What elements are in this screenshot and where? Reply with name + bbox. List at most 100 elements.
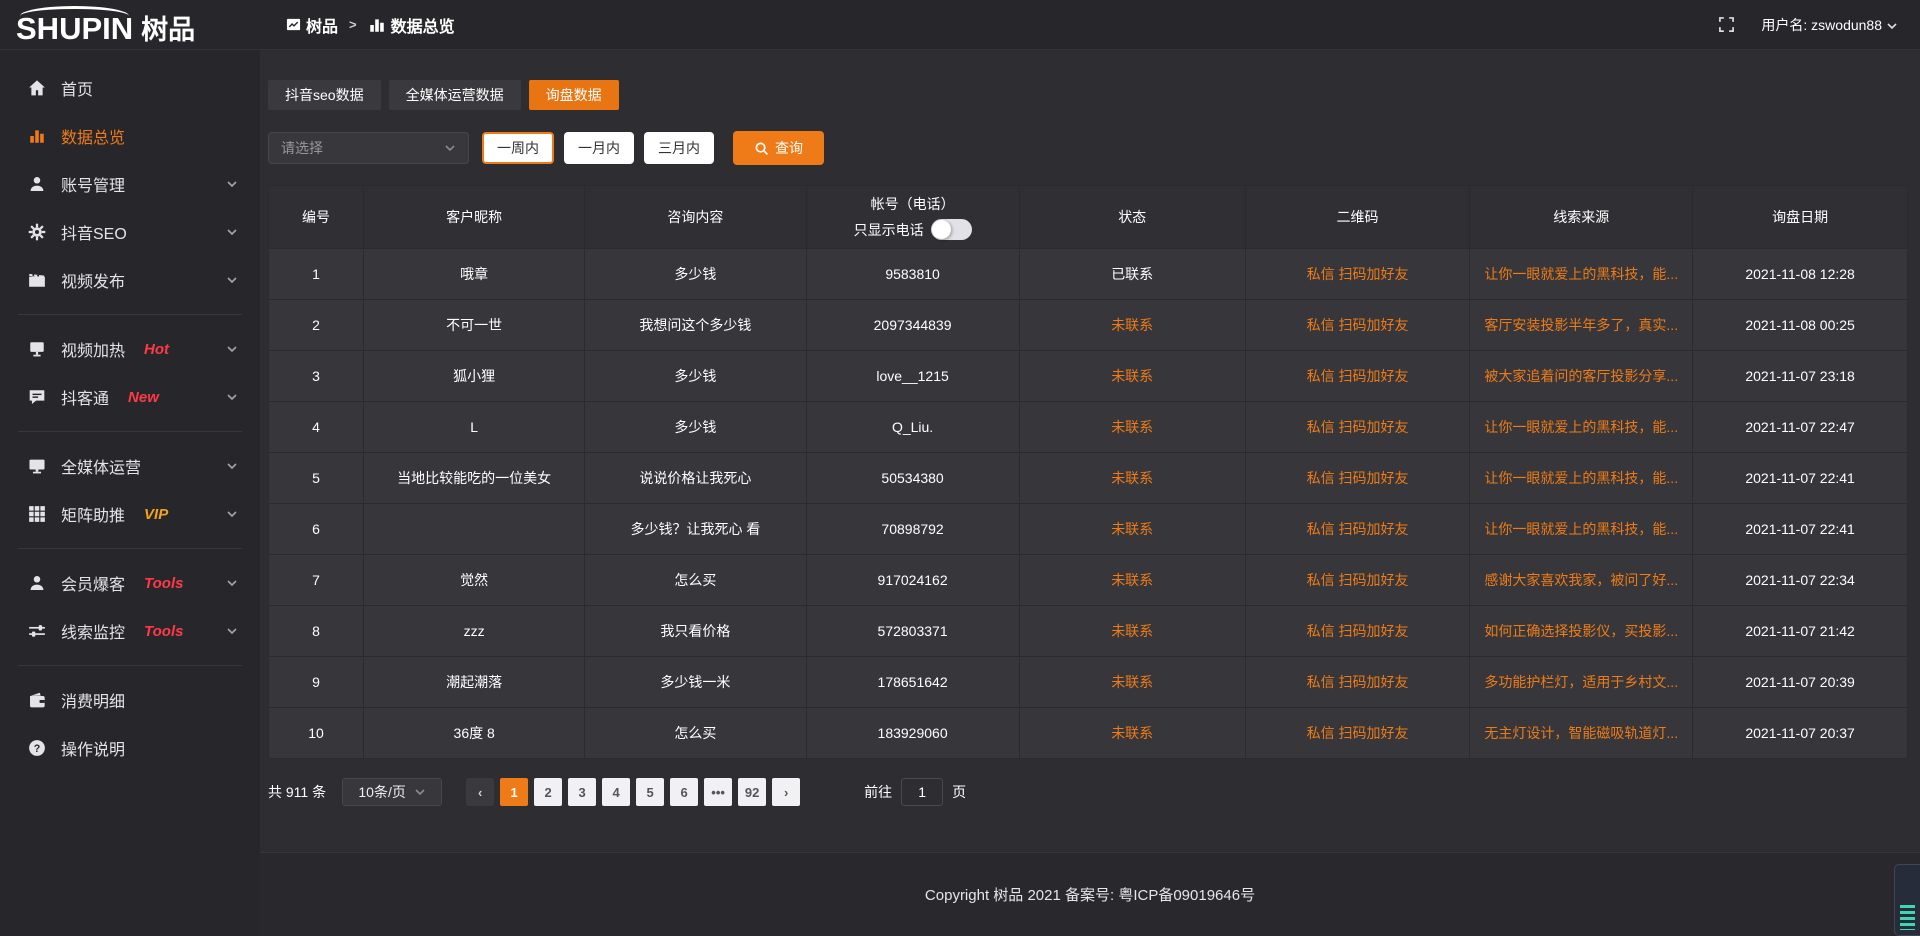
cell-account: 917024162 bbox=[806, 555, 1019, 606]
sidebar-item-consume-detail[interactable]: 消费明细 bbox=[0, 676, 260, 724]
sidebar-item-member-baoke[interactable]: 会员爆客Tools bbox=[0, 559, 260, 607]
qrcode-link[interactable]: 私信 扫码加好友 bbox=[1245, 555, 1470, 606]
cell-content: 我只看价格 bbox=[585, 606, 806, 657]
sidebar-item-badge: Tools bbox=[144, 575, 183, 592]
sidebar-item-data-overview[interactable]: 数据总览 bbox=[0, 112, 260, 160]
sidebar-item-matrix-boost[interactable]: 矩阵助推VIP bbox=[0, 490, 260, 538]
sidebar-item-account-manage[interactable]: 账号管理 bbox=[0, 160, 260, 208]
tab-0[interactable]: 抖音seo数据 bbox=[268, 80, 381, 110]
range-button-1[interactable]: 一月内 bbox=[564, 132, 634, 164]
sidebar-item-video-publish[interactable]: 视频发布 bbox=[0, 256, 260, 304]
video-icon bbox=[27, 271, 46, 289]
qrcode-link[interactable]: 私信 扫码加好友 bbox=[1245, 249, 1470, 300]
top-header: SHUPIN 树品 树品 > 数据总览 用户名: zswodun88 bbox=[0, 0, 1920, 50]
sidebar-item-douyin-seo[interactable]: 抖音SEO bbox=[0, 208, 260, 256]
page-button-4[interactable]: 4 bbox=[602, 778, 630, 806]
qrcode-link[interactable]: 私信 扫码加好友 bbox=[1245, 708, 1470, 759]
gear-icon bbox=[27, 223, 46, 241]
source-link[interactable]: 客厅安装投影半年多了，真实... bbox=[1470, 300, 1693, 351]
breadcrumb-item-current[interactable]: 数据总览 bbox=[368, 13, 455, 37]
table-header-row: 编号客户昵称咨询内容帐号（电话）只显示电话状态二维码线索来源询盘日期 bbox=[269, 186, 1908, 249]
sidebar-item-label: 抖客通 bbox=[61, 385, 109, 409]
chevron-down-icon bbox=[226, 625, 238, 637]
prev-page-button[interactable]: ‹ bbox=[466, 778, 494, 806]
page-button-3[interactable]: 3 bbox=[568, 778, 596, 806]
source-link[interactable]: 让你一眼就爱上的黑科技，能... bbox=[1470, 504, 1693, 555]
page-button-6[interactable]: 6 bbox=[670, 778, 698, 806]
source-link[interactable]: 让你一眼就爱上的黑科技，能... bbox=[1470, 453, 1693, 504]
cell-nickname: 哦章 bbox=[364, 249, 585, 300]
page-ellipsis-button[interactable]: ••• bbox=[704, 778, 732, 806]
page-button-92[interactable]: 92 bbox=[738, 778, 766, 806]
sidebar-item-video-heat[interactable]: 视频加热Hot bbox=[0, 325, 260, 373]
user-group-icon bbox=[27, 574, 46, 592]
source-link[interactable]: 如何正确选择投影仪，买投影... bbox=[1470, 606, 1693, 657]
cell-content: 多少钱一米 bbox=[585, 657, 806, 708]
user-menu[interactable]: 用户名: zswodun88 bbox=[1761, 15, 1898, 35]
sidebar-item-clue-monitor[interactable]: 线索监控Tools bbox=[0, 607, 260, 655]
main-content: 抖音seo数据全媒体运营数据询盘数据 请选择 一周内一月内三月内 查询 编号客户… bbox=[260, 50, 1920, 936]
sidebar-item-label: 消费明细 bbox=[61, 688, 125, 712]
source-link[interactable]: 被大家追着问的客厅投影分享... bbox=[1470, 351, 1693, 402]
source-link[interactable]: 让你一眼就爱上的黑科技，能... bbox=[1470, 249, 1693, 300]
tab-2[interactable]: 询盘数据 bbox=[529, 80, 619, 110]
bar-chart-icon bbox=[27, 127, 46, 145]
sliders-icon bbox=[27, 622, 46, 640]
cell-date: 2021-11-07 21:42 bbox=[1693, 606, 1908, 657]
cell-no: 10 bbox=[269, 708, 364, 759]
grid-icon bbox=[27, 505, 46, 523]
page-button-2[interactable]: 2 bbox=[534, 778, 562, 806]
inquiry-table: 编号客户昵称咨询内容帐号（电话）只显示电话状态二维码线索来源询盘日期 1哦章多少… bbox=[268, 185, 1908, 759]
chevron-down-icon bbox=[226, 178, 238, 190]
qrcode-link[interactable]: 私信 扫码加好友 bbox=[1245, 351, 1470, 402]
table-row: 1哦章多少钱9583810已联系私信 扫码加好友让你一眼就爱上的黑科技，能...… bbox=[269, 249, 1908, 300]
page-number-buttons: 123456•••92 bbox=[494, 778, 766, 806]
sidebar-item-operation-guide[interactable]: ?操作说明 bbox=[0, 724, 260, 772]
qrcode-link[interactable]: 私信 扫码加好友 bbox=[1245, 504, 1470, 555]
source-link[interactable]: 多功能护栏灯，适用于乡村文... bbox=[1470, 657, 1693, 708]
page-footer: Copyright 树品 2021 备案号: 粤ICP备09019646号 bbox=[260, 852, 1920, 936]
chevron-down-icon bbox=[226, 508, 238, 520]
home-icon bbox=[27, 79, 46, 97]
table-row: 6多少钱？让我死心 看70898792未联系私信 扫码加好友让你一眼就爱上的黑科… bbox=[269, 504, 1908, 555]
qrcode-link[interactable]: 私信 扫码加好友 bbox=[1245, 453, 1470, 504]
sidebar-divider bbox=[18, 314, 242, 315]
sidebar-item-media-operation[interactable]: 全媒体运营 bbox=[0, 442, 260, 490]
source-link[interactable]: 让你一眼就爱上的黑科技，能... bbox=[1470, 402, 1693, 453]
goto-page-input[interactable] bbox=[901, 778, 943, 806]
phone-only-toggle[interactable] bbox=[931, 219, 972, 240]
sidebar-item-douketong[interactable]: 抖客通New bbox=[0, 373, 260, 421]
page-size-select[interactable]: 10条/页 bbox=[342, 778, 442, 806]
sidebar-divider bbox=[18, 665, 242, 666]
qrcode-link[interactable]: 私信 扫码加好友 bbox=[1245, 402, 1470, 453]
source-link[interactable]: 无主灯设计，智能磁吸轨道灯... bbox=[1470, 708, 1693, 759]
filter-select[interactable]: 请选择 bbox=[268, 132, 469, 164]
sidebar-item-home[interactable]: 首页 bbox=[0, 64, 260, 112]
table-row: 7觉然怎么买917024162未联系私信 扫码加好友感谢大家喜欢我家，被问了好.… bbox=[269, 555, 1908, 606]
cell-account: 572803371 bbox=[806, 606, 1019, 657]
source-link[interactable]: 感谢大家喜欢我家，被问了好... bbox=[1470, 555, 1693, 606]
range-button-2[interactable]: 三月内 bbox=[644, 132, 714, 164]
logo-text-cn: 树品 bbox=[141, 16, 195, 44]
sidebar-item-label: 首页 bbox=[61, 76, 93, 100]
cell-date: 2021-11-07 22:41 bbox=[1693, 504, 1908, 555]
fullscreen-icon[interactable] bbox=[1718, 16, 1735, 33]
next-page-button[interactable]: › bbox=[772, 778, 800, 806]
qrcode-link[interactable]: 私信 扫码加好友 bbox=[1245, 657, 1470, 708]
cell-no: 5 bbox=[269, 453, 364, 504]
breadcrumb-item-root[interactable]: 树品 bbox=[286, 13, 338, 37]
page-button-5[interactable]: 5 bbox=[636, 778, 664, 806]
range-button-0[interactable]: 一周内 bbox=[482, 132, 554, 164]
sidebar-item-label: 抖音SEO bbox=[61, 220, 127, 244]
column-header-7: 询盘日期 bbox=[1693, 186, 1908, 249]
floating-service-widget[interactable] bbox=[1894, 864, 1920, 936]
cell-no: 2 bbox=[269, 300, 364, 351]
qrcode-link[interactable]: 私信 扫码加好友 bbox=[1245, 300, 1470, 351]
tab-1[interactable]: 全媒体运营数据 bbox=[389, 80, 521, 110]
cell-account: 9583810 bbox=[806, 249, 1019, 300]
qrcode-link[interactable]: 私信 扫码加好友 bbox=[1245, 606, 1470, 657]
page-button-1[interactable]: 1 bbox=[500, 778, 528, 806]
sidebar-item-label: 矩阵助推 bbox=[61, 502, 125, 526]
cell-no: 3 bbox=[269, 351, 364, 402]
search-button[interactable]: 查询 bbox=[733, 131, 824, 165]
